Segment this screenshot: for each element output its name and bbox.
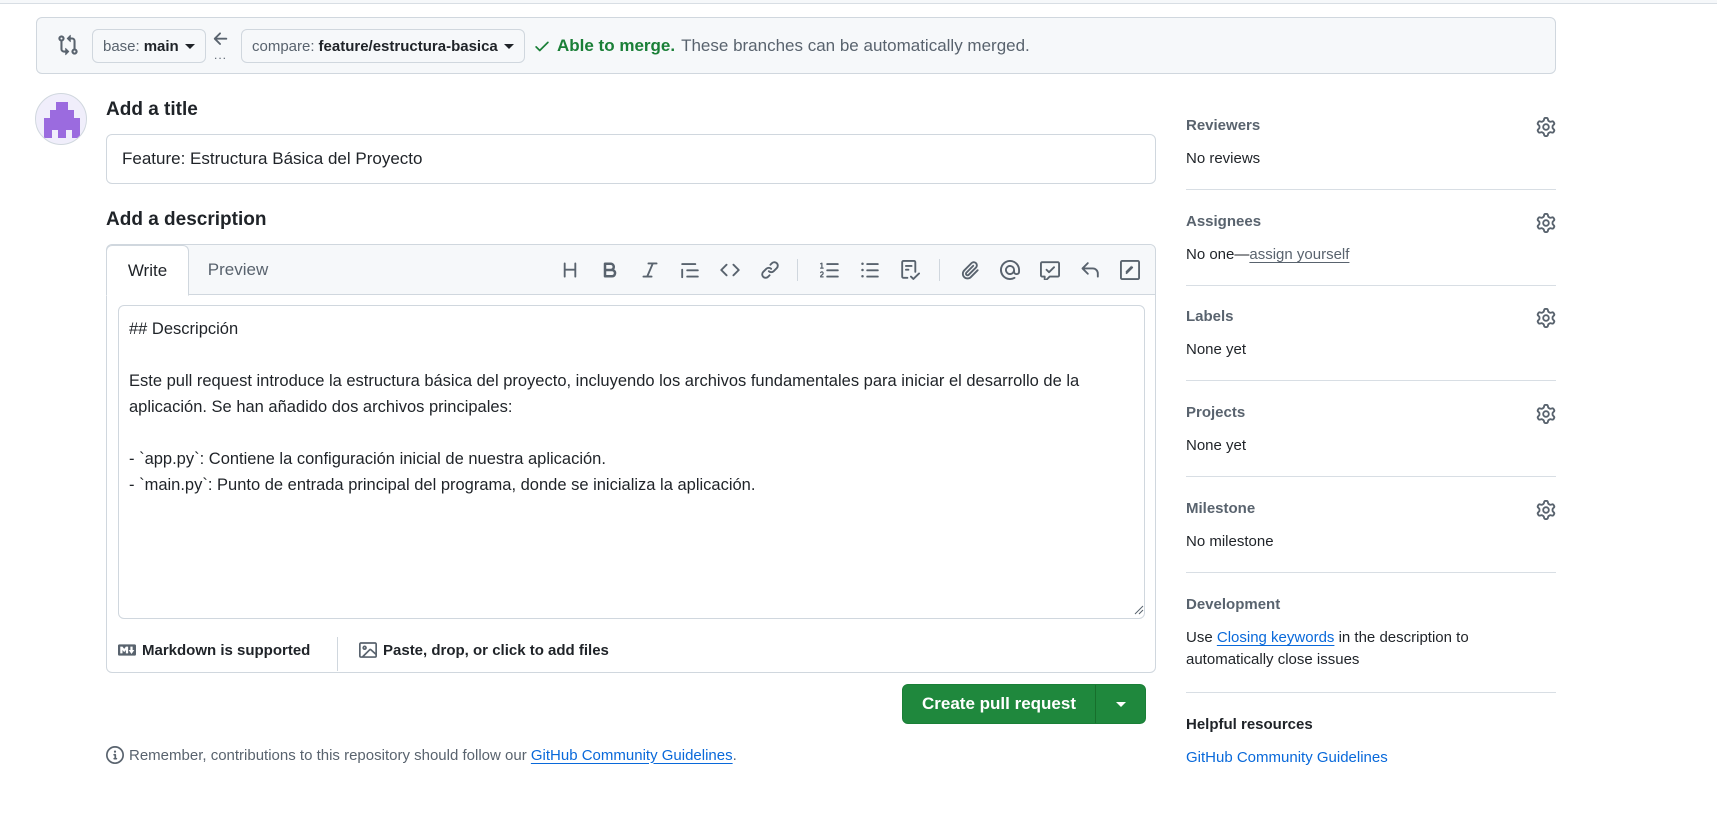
arrow-left-icon bbox=[213, 32, 228, 45]
files-note: Paste, drop, or click to add files bbox=[383, 641, 609, 659]
info-icon bbox=[106, 746, 124, 764]
markdown-icon bbox=[118, 644, 136, 656]
development-title: Development bbox=[1186, 596, 1281, 613]
attach-icon[interactable] bbox=[959, 259, 981, 281]
labels-value: None yet bbox=[1186, 341, 1247, 358]
sidebar-labels: Labels None yet bbox=[1186, 308, 1556, 361]
compare-dots: ... bbox=[214, 48, 228, 62]
tab-preview[interactable]: Preview bbox=[197, 245, 279, 295]
footer-divider bbox=[337, 637, 338, 671]
title-heading: Add a title bbox=[106, 99, 198, 120]
description-textarea[interactable]: ## Descripción Este pull request introdu… bbox=[118, 305, 1145, 619]
guidelines-suffix: . bbox=[732, 746, 737, 764]
sidebar-divider bbox=[1186, 380, 1556, 381]
editor-footer: Markdown is supported Paste, drop, or cl… bbox=[107, 629, 1155, 672]
base-branch-select[interactable]: base: main bbox=[92, 29, 206, 63]
toolbar-divider bbox=[939, 259, 940, 281]
development-value: Use Closing keywords in the description … bbox=[1186, 627, 1556, 671]
assignees-none: No one— bbox=[1186, 246, 1250, 263]
reviewers-value: No reviews bbox=[1186, 150, 1261, 167]
mention-icon[interactable] bbox=[999, 259, 1021, 281]
compare-bar: base: main ... compare: feature/estructu… bbox=[36, 17, 1556, 74]
editor-header: Write Preview bbox=[106, 245, 1155, 296]
ordered-list-icon[interactable] bbox=[819, 259, 841, 281]
sidebar-assignees: Assignees No one—assign yourself bbox=[1186, 213, 1556, 266]
guidelines-text: Remember, contributions to this reposito… bbox=[129, 746, 527, 764]
sidebar-divider bbox=[1186, 572, 1556, 573]
compare-value: feature/estructura-basica bbox=[318, 37, 498, 55]
reviewers-title[interactable]: Reviewers bbox=[1186, 117, 1556, 134]
create-pull-request-group: Create pull request bbox=[902, 684, 1146, 724]
compare-label: compare: bbox=[252, 37, 315, 55]
base-value: main bbox=[143, 37, 179, 55]
chevron-down-icon bbox=[184, 43, 195, 49]
sidebar-projects: Projects None yet bbox=[1186, 404, 1556, 457]
sidebar-divider bbox=[1186, 692, 1556, 693]
create-options-dropdown[interactable] bbox=[1096, 685, 1145, 723]
development-prefix: Use bbox=[1186, 629, 1213, 646]
assign-yourself-link[interactable]: assign yourself bbox=[1249, 246, 1349, 263]
labels-title[interactable]: Labels bbox=[1186, 308, 1556, 325]
bold-icon[interactable] bbox=[599, 259, 621, 281]
sidebar-divider bbox=[1186, 189, 1556, 190]
identicon-icon bbox=[44, 102, 80, 138]
projects-title[interactable]: Projects bbox=[1186, 404, 1556, 421]
helpful-value: GitHub Community Guidelines bbox=[1186, 747, 1556, 769]
helpful-title: Helpful resources bbox=[1186, 716, 1313, 733]
sidebar-reviewers: Reviewers No reviews bbox=[1186, 117, 1556, 170]
compare-branch-select[interactable]: compare: feature/estructura-basica bbox=[241, 29, 525, 63]
create-pull-request-button[interactable]: Create pull request bbox=[903, 685, 1096, 723]
base-label: base: bbox=[103, 37, 140, 55]
guidelines-note: Remember, contributions to this reposito… bbox=[106, 746, 737, 764]
tab-write[interactable]: Write bbox=[106, 245, 189, 296]
italic-icon[interactable] bbox=[639, 259, 661, 281]
top-border bbox=[0, 0, 1717, 4]
gear-icon[interactable] bbox=[1536, 500, 1556, 520]
git-compare-icon bbox=[58, 34, 78, 56]
sidebar-milestone: Milestone No milestone bbox=[1186, 500, 1556, 553]
chevron-down-icon bbox=[1115, 701, 1126, 707]
gear-icon[interactable] bbox=[1536, 404, 1556, 424]
link-icon[interactable] bbox=[759, 259, 781, 281]
milestone-title[interactable]: Milestone bbox=[1186, 500, 1556, 517]
merge-ok-text: Able to merge. bbox=[557, 36, 676, 55]
sidebar-divider bbox=[1186, 285, 1556, 286]
description-heading: Add a description bbox=[106, 209, 267, 230]
gear-icon[interactable] bbox=[1536, 117, 1556, 137]
guidelines-link[interactable]: GitHub Community Guidelines bbox=[531, 747, 733, 764]
markdown-support-link[interactable]: Markdown is supported bbox=[118, 641, 310, 659]
helpful-guidelines-link[interactable]: GitHub Community Guidelines bbox=[1186, 749, 1388, 766]
sidebar-helpful-resources: Helpful resources GitHub Community Guide… bbox=[1186, 716, 1556, 769]
description-editor: Write Preview ## Descripción Este pull r… bbox=[106, 244, 1156, 673]
milestone-value: No milestone bbox=[1186, 533, 1274, 550]
gear-icon[interactable] bbox=[1536, 213, 1556, 233]
sidebar-divider bbox=[1186, 476, 1556, 477]
slash-command-icon[interactable] bbox=[1119, 259, 1141, 281]
unordered-list-icon[interactable] bbox=[859, 259, 881, 281]
merge-message: These branches can be automatically merg… bbox=[681, 36, 1030, 55]
code-icon[interactable] bbox=[719, 259, 741, 281]
assignees-value: No one—assign yourself bbox=[1186, 244, 1556, 266]
merge-status: Able to merge. These branches can be aut… bbox=[533, 36, 1030, 56]
heading-icon[interactable] bbox=[559, 259, 581, 281]
check-icon bbox=[535, 41, 549, 52]
quote-icon[interactable] bbox=[679, 259, 701, 281]
resize-handle-icon[interactable] bbox=[1134, 605, 1144, 615]
closing-keywords-link[interactable]: Closing keywords bbox=[1217, 629, 1335, 646]
markdown-note: Markdown is supported bbox=[142, 641, 311, 659]
avatar bbox=[35, 93, 87, 145]
sidebar-development: Development Use Closing keywords in the … bbox=[1186, 596, 1556, 671]
add-files-button[interactable]: Paste, drop, or click to add files bbox=[359, 641, 609, 659]
reply-icon[interactable] bbox=[1079, 259, 1101, 281]
projects-value: None yet bbox=[1186, 437, 1247, 454]
assignees-title[interactable]: Assignees bbox=[1186, 213, 1556, 230]
chevron-down-icon bbox=[503, 43, 514, 49]
task-list-icon[interactable] bbox=[899, 259, 921, 281]
toolbar-divider bbox=[797, 259, 798, 281]
reference-icon[interactable] bbox=[1039, 259, 1061, 281]
title-input[interactable] bbox=[106, 134, 1156, 184]
image-icon bbox=[359, 642, 377, 658]
gear-icon[interactable] bbox=[1536, 308, 1556, 328]
